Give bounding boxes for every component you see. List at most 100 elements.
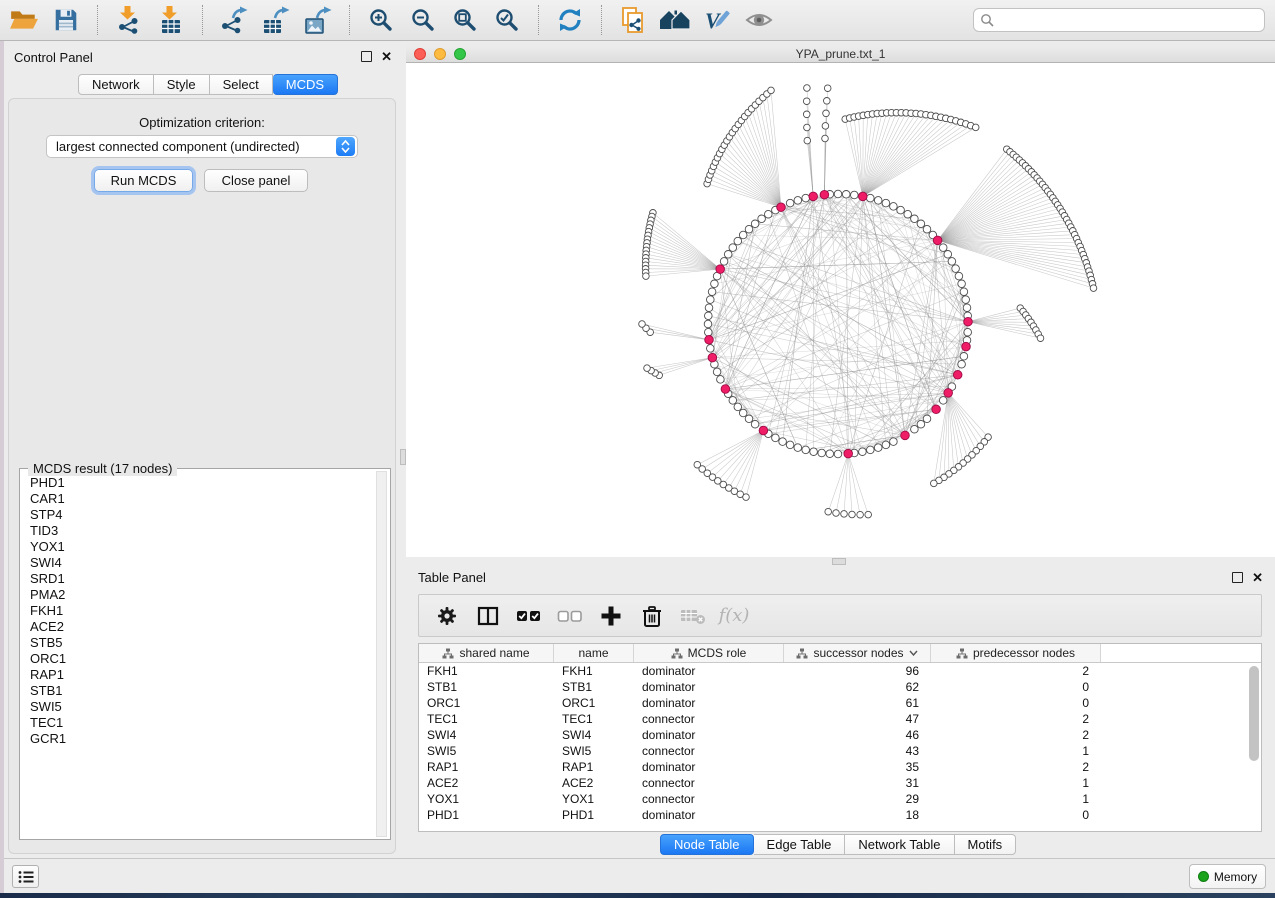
delete-column-button[interactable] [634, 599, 670, 633]
table-cell[interactable]: ACE2 [554, 775, 634, 791]
tab-node-table[interactable]: Node Table [660, 834, 754, 855]
mcds-result-item[interactable]: STP4 [30, 507, 374, 523]
table-cell[interactable]: connector [634, 775, 784, 791]
mcds-hub-node[interactable] [820, 190, 829, 199]
network-node[interactable] [865, 511, 872, 518]
mcds-result-item[interactable]: PMA2 [30, 587, 374, 603]
table-cell[interactable]: 31 [784, 775, 931, 791]
network-node[interactable] [960, 353, 968, 361]
close-panel-icon[interactable]: ✕ [381, 51, 392, 62]
mcds-result-item[interactable]: CAR1 [30, 491, 374, 507]
network-node[interactable] [923, 415, 931, 423]
add-column-button[interactable] [593, 599, 629, 633]
mcds-hub-node[interactable] [859, 192, 868, 201]
criterion-select[interactable]: largest connected component (undirected) [46, 135, 358, 158]
table-cell[interactable]: PHD1 [419, 807, 554, 823]
network-node[interactable] [720, 258, 728, 266]
network-node[interactable] [643, 273, 650, 280]
network-node[interactable] [849, 511, 856, 518]
table-cell[interactable]: YOX1 [419, 791, 554, 807]
mcds-result-item[interactable]: SWI5 [30, 699, 374, 715]
float-panel-icon[interactable] [361, 51, 372, 62]
network-node[interactable] [972, 124, 979, 131]
network-node[interactable] [724, 251, 732, 259]
network-node[interactable] [810, 448, 818, 456]
table-cell[interactable]: SWI5 [419, 743, 554, 759]
table-row[interactable]: FKH1FKH1dominator962 [419, 663, 1247, 679]
table-cell[interactable]: FKH1 [419, 663, 554, 679]
network-node[interactable] [739, 231, 747, 239]
network-node[interactable] [644, 365, 651, 372]
tab-network-table[interactable]: Network Table [845, 834, 954, 855]
network-node[interactable] [758, 215, 766, 223]
mcds-hub-node[interactable] [932, 405, 941, 414]
network-node[interactable] [964, 328, 972, 336]
network-graph[interactable] [406, 63, 1275, 557]
panel-divider-horizontal[interactable] [406, 557, 1275, 566]
save-session-button[interactable] [48, 3, 84, 37]
network-node[interactable] [768, 87, 775, 94]
network-node[interactable] [960, 288, 968, 296]
column-header-successor-nodes[interactable]: successor nodes [784, 644, 931, 662]
table-cell[interactable]: 0 [931, 679, 1101, 695]
network-node[interactable] [904, 210, 912, 218]
network-node[interactable] [834, 450, 842, 458]
network-node[interactable] [729, 397, 737, 405]
tab-edge-table[interactable]: Edge Table [754, 834, 846, 855]
network-node[interactable] [962, 296, 970, 304]
network-node[interactable] [739, 409, 747, 417]
table-cell[interactable]: 61 [784, 695, 931, 711]
network-node[interactable] [867, 446, 875, 454]
network-node[interactable] [713, 368, 721, 376]
network-node[interactable] [826, 450, 834, 458]
table-cell[interactable]: ORC1 [554, 695, 634, 711]
mcds-result-item[interactable]: ACE2 [30, 619, 374, 635]
table-cell[interactable]: ORC1 [419, 695, 554, 711]
network-node[interactable] [804, 137, 811, 144]
network-node[interactable] [705, 304, 713, 312]
network-node[interactable] [822, 135, 829, 142]
column-header-shared-name[interactable]: shared name [419, 644, 554, 662]
table-cell[interactable]: ACE2 [419, 775, 554, 791]
table-cell[interactable]: STB1 [554, 679, 634, 695]
table-cell[interactable]: 35 [784, 759, 931, 775]
network-node[interactable] [931, 480, 938, 487]
table-cell[interactable]: 62 [784, 679, 931, 695]
table-cell[interactable]: 1 [931, 743, 1101, 759]
tab-select[interactable]: Select [210, 74, 273, 95]
network-browser-button[interactable] [657, 3, 693, 37]
network-node[interactable] [818, 449, 826, 457]
mcds-hub-node[interactable] [708, 353, 717, 362]
table-cell[interactable]: dominator [634, 727, 784, 743]
network-node[interactable] [711, 280, 719, 288]
mcds-result-item[interactable]: PHD1 [30, 475, 374, 491]
result-scrollbar[interactable] [376, 471, 387, 837]
mcds-hub-node[interactable] [759, 426, 768, 435]
network-node[interactable] [859, 448, 867, 456]
close-panel-icon[interactable]: ✕ [1252, 572, 1263, 583]
network-node[interactable] [743, 494, 750, 501]
tab-motifs[interactable]: Motifs [955, 834, 1017, 855]
export-table-button[interactable] [258, 3, 294, 37]
table-cell[interactable]: 96 [784, 663, 931, 679]
network-node[interactable] [786, 441, 794, 449]
mcds-hub-node[interactable] [777, 203, 786, 212]
network-node[interactable] [824, 85, 831, 92]
network-node[interactable] [948, 258, 956, 266]
table-cell[interactable]: 2 [931, 711, 1101, 727]
mcds-result-item[interactable]: RAP1 [30, 667, 374, 683]
mcds-hub-node[interactable] [901, 431, 910, 440]
table-settings-button[interactable] [429, 599, 465, 633]
divider-grip[interactable] [832, 558, 846, 565]
network-node[interactable] [874, 197, 882, 205]
table-cell[interactable]: 1 [931, 791, 1101, 807]
mcds-hub-node[interactable] [953, 371, 962, 380]
table-cell[interactable]: 18 [784, 807, 931, 823]
zoom-out-button[interactable] [405, 3, 441, 37]
delete-table-button[interactable] [675, 599, 711, 633]
network-node[interactable] [765, 210, 773, 218]
zoom-fit-button[interactable] [447, 3, 483, 37]
network-node[interactable] [1090, 285, 1097, 292]
network-node[interactable] [745, 225, 753, 233]
network-node[interactable] [707, 296, 715, 304]
